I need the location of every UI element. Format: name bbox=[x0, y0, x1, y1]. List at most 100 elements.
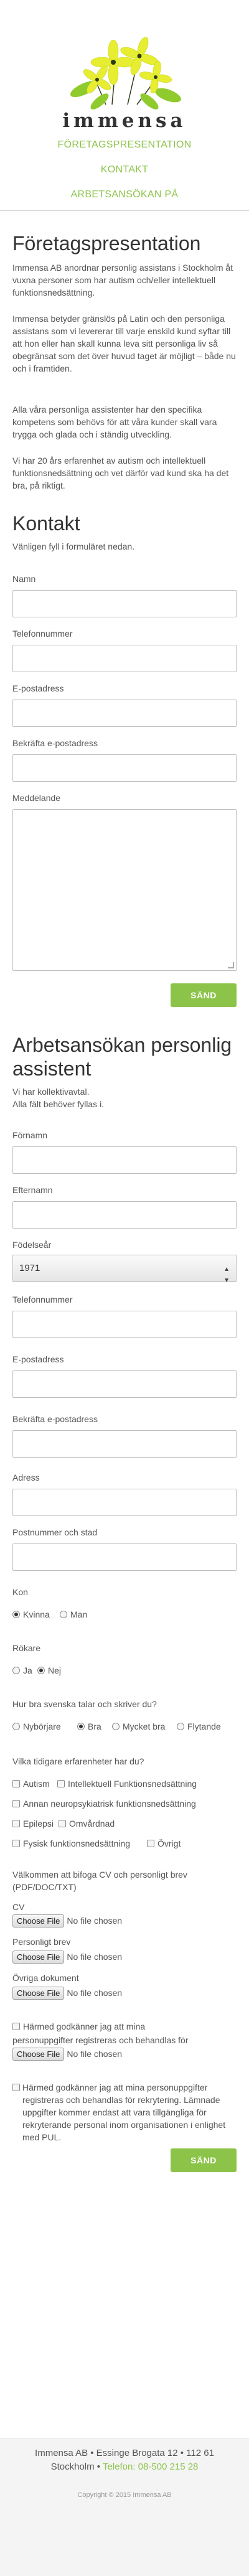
footer-phone-link[interactable]: Telefon: 08-500 215 28 bbox=[103, 2461, 198, 2472]
brev-file-input[interactable]: Choose File No file chosen bbox=[12, 1951, 122, 1964]
experience-fysisk-checkbox[interactable]: Fysisk funktionsnedsättning bbox=[12, 1838, 130, 1848]
radio-checked-icon[interactable] bbox=[77, 1723, 85, 1730]
contact-message-textarea[interactable] bbox=[12, 809, 237, 971]
nav-foretagspresentation[interactable]: FÖRETAGSPRESENTATION bbox=[0, 139, 249, 151]
cv-label: CV bbox=[12, 1902, 25, 1912]
presentation-title: Företagspresentation bbox=[12, 232, 201, 255]
brev-choose-file-button[interactable]: Choose File bbox=[12, 1951, 65, 1964]
radio-icon[interactable] bbox=[12, 1723, 20, 1730]
email-label: E-postadress bbox=[12, 683, 64, 693]
smoker-nej-radio[interactable]: Nej bbox=[37, 1665, 61, 1675]
message-label: Meddelande bbox=[12, 793, 61, 803]
epost-confirm-label: Bekräfta e-postadress bbox=[12, 1414, 98, 1424]
consent-checkbox-top[interactable]: Härmed godkänner jag att mina bbox=[12, 2021, 145, 2031]
brev-file-status: No file chosen bbox=[67, 1952, 123, 1962]
email-confirm-label: Bekräfta e-postadress bbox=[12, 738, 98, 748]
checkbox-icon[interactable] bbox=[12, 2023, 20, 2030]
ovriga-file-status: No file chosen bbox=[67, 1988, 123, 1998]
cv-file-status: No file chosen bbox=[67, 1916, 123, 1926]
overlapping-choose-file-button[interactable]: Choose File bbox=[12, 2048, 65, 2061]
ovriga-label: Övriga dokument bbox=[12, 1973, 79, 1983]
application-intro: Vi har kollektivavtal. bbox=[12, 1087, 90, 1097]
postnummer-label: Postnummer och stad bbox=[12, 1527, 98, 1537]
site-header: immensa FÖRETAGSPRESENTATION KONTAKT ARB… bbox=[0, 0, 249, 211]
swedish-bra-radio[interactable]: Bra bbox=[77, 1721, 101, 1731]
cv-choose-file-button[interactable]: Choose File bbox=[12, 1914, 65, 1927]
erfarenheter-label: Vilka tidigare erfarenheter har du? bbox=[12, 1756, 144, 1766]
application-title: Arbetsansökan personlig assistent bbox=[12, 1034, 232, 1080]
experience-autism-checkbox[interactable]: Autism bbox=[12, 1779, 50, 1789]
contact-email-input[interactable] bbox=[12, 700, 237, 727]
adress-input[interactable] bbox=[12, 1489, 237, 1516]
presentation-paragraph: Alla våra personliga assistenter har den… bbox=[12, 405, 217, 439]
experience-ovrigt-checkbox[interactable]: Övrigt bbox=[147, 1838, 181, 1848]
ovriga-choose-file-button[interactable]: Choose File bbox=[12, 1987, 65, 2000]
cv-file-input[interactable]: Choose File No file chosen bbox=[12, 1914, 122, 1927]
experience-omvardnad-checkbox[interactable]: Omvårdnad bbox=[59, 1819, 115, 1829]
fodelsear-label: Födelseår bbox=[12, 1240, 52, 1250]
presentation-paragraph: Immensa AB anordnar personlig assistans … bbox=[12, 263, 233, 297]
experience-epilepsi-checkbox[interactable]: Epilepsi bbox=[12, 1819, 54, 1829]
consent-checkbox[interactable] bbox=[12, 2084, 20, 2091]
application-email-confirm-input[interactable] bbox=[12, 1430, 237, 1458]
swedish-nyborjare-radio[interactable]: Nybörjare bbox=[12, 1721, 61, 1731]
overlapping-file-status: No file chosen bbox=[67, 2049, 123, 2059]
checkbox-icon[interactable] bbox=[57, 1780, 65, 1787]
efternamn-input[interactable] bbox=[12, 1201, 237, 1229]
footer-address: Immensa AB • Essinge Brogata 12 • 112 61 bbox=[35, 2448, 214, 2458]
birth-year-select[interactable]: 1971 ▲ ▼ bbox=[12, 1255, 237, 1284]
presentation-paragraph: Immensa betyder gränslös på Latin och de… bbox=[12, 314, 236, 373]
epost-label: E-postadress bbox=[12, 1354, 64, 1364]
swedish-mycket-bra-radio[interactable]: Mycket bra bbox=[112, 1721, 165, 1731]
contact-intro: Vänligen fyll i formuläret nedan. bbox=[12, 541, 135, 551]
gender-man-radio[interactable]: Man bbox=[60, 1609, 87, 1619]
application-submit-button[interactable]: SÄND bbox=[171, 2148, 237, 2172]
site-footer: Immensa AB • Essinge Brogata 12 • 112 61… bbox=[0, 2438, 249, 2576]
brev-label: Personligt brev bbox=[12, 1937, 71, 1947]
flower-logo-icon bbox=[70, 37, 181, 110]
kon-label: Kon bbox=[12, 1587, 28, 1597]
radio-icon[interactable] bbox=[112, 1723, 120, 1730]
resize-grip-icon[interactable] bbox=[228, 962, 234, 968]
ovriga-file-input[interactable]: Choose File No file chosen bbox=[12, 1987, 122, 2000]
contact-submit-button[interactable]: SÄND bbox=[171, 983, 237, 1007]
application-phone-input[interactable] bbox=[12, 1311, 237, 1338]
experience-intellektuell-checkbox[interactable]: Intellektuell Funktionsnedsättning bbox=[57, 1779, 197, 1789]
radio-icon[interactable] bbox=[177, 1723, 184, 1730]
footer-copyright: Copyright © 2015 Immensa AB bbox=[77, 2491, 172, 2499]
fornamn-input[interactable] bbox=[12, 1146, 237, 1174]
checkbox-icon[interactable] bbox=[59, 1820, 66, 1827]
smoker-ja-radio[interactable]: Ja bbox=[12, 1665, 32, 1675]
gender-kvinna-radio[interactable]: Kvinna bbox=[12, 1609, 50, 1619]
checkbox-icon[interactable] bbox=[12, 1800, 20, 1807]
swedish-flytande-radio[interactable]: Flytande bbox=[177, 1721, 221, 1731]
consent-text: Härmed godkänner jag att mina personuppg… bbox=[12, 2081, 234, 2143]
radio-checked-icon[interactable] bbox=[37, 1667, 45, 1674]
contact-phone-input[interactable] bbox=[12, 645, 237, 672]
checkbox-icon[interactable] bbox=[12, 1820, 20, 1827]
radio-checked-icon[interactable] bbox=[12, 1611, 20, 1618]
application-email-input[interactable] bbox=[12, 1370, 237, 1398]
contact-name-input[interactable] bbox=[12, 590, 237, 617]
rokare-label: Rökare bbox=[12, 1643, 41, 1653]
radio-icon[interactable] bbox=[60, 1611, 67, 1618]
experience-neuropsykiatrisk-checkbox[interactable]: Annan neuropsykiatrisk funktionsnedsättn… bbox=[12, 1799, 196, 1809]
svenska-label: Hur bra svenska talar och skriver du? bbox=[12, 1699, 157, 1709]
adress-label: Adress bbox=[12, 1473, 40, 1482]
overlapping-file-input[interactable]: Choose File No file chosen bbox=[12, 2048, 122, 2061]
checkbox-icon[interactable] bbox=[12, 1840, 20, 1847]
phone-label: Telefonnummer bbox=[12, 629, 73, 639]
telefon-label: Telefonnummer bbox=[12, 1295, 73, 1304]
postnummer-input[interactable] bbox=[12, 1543, 237, 1571]
bifoga-label: Välkommen att bifoga CV och personligt b… bbox=[12, 1870, 187, 1892]
radio-icon[interactable] bbox=[12, 1667, 20, 1674]
brand-name: immensa bbox=[62, 110, 187, 132]
checkbox-icon[interactable] bbox=[147, 1840, 154, 1847]
nav-arbetsansokan[interactable]: ARBETSANSÖKAN PÅ bbox=[0, 189, 249, 200]
contact-email-confirm-input[interactable] bbox=[12, 754, 237, 782]
name-label: Namn bbox=[12, 574, 36, 584]
checkbox-icon[interactable] bbox=[12, 1780, 20, 1787]
select-arrows-icon: ▲ ▼ bbox=[223, 1266, 230, 1284]
fornamn-label: Förnamn bbox=[12, 1130, 48, 1140]
nav-kontakt[interactable]: KONTAKT bbox=[0, 164, 249, 176]
